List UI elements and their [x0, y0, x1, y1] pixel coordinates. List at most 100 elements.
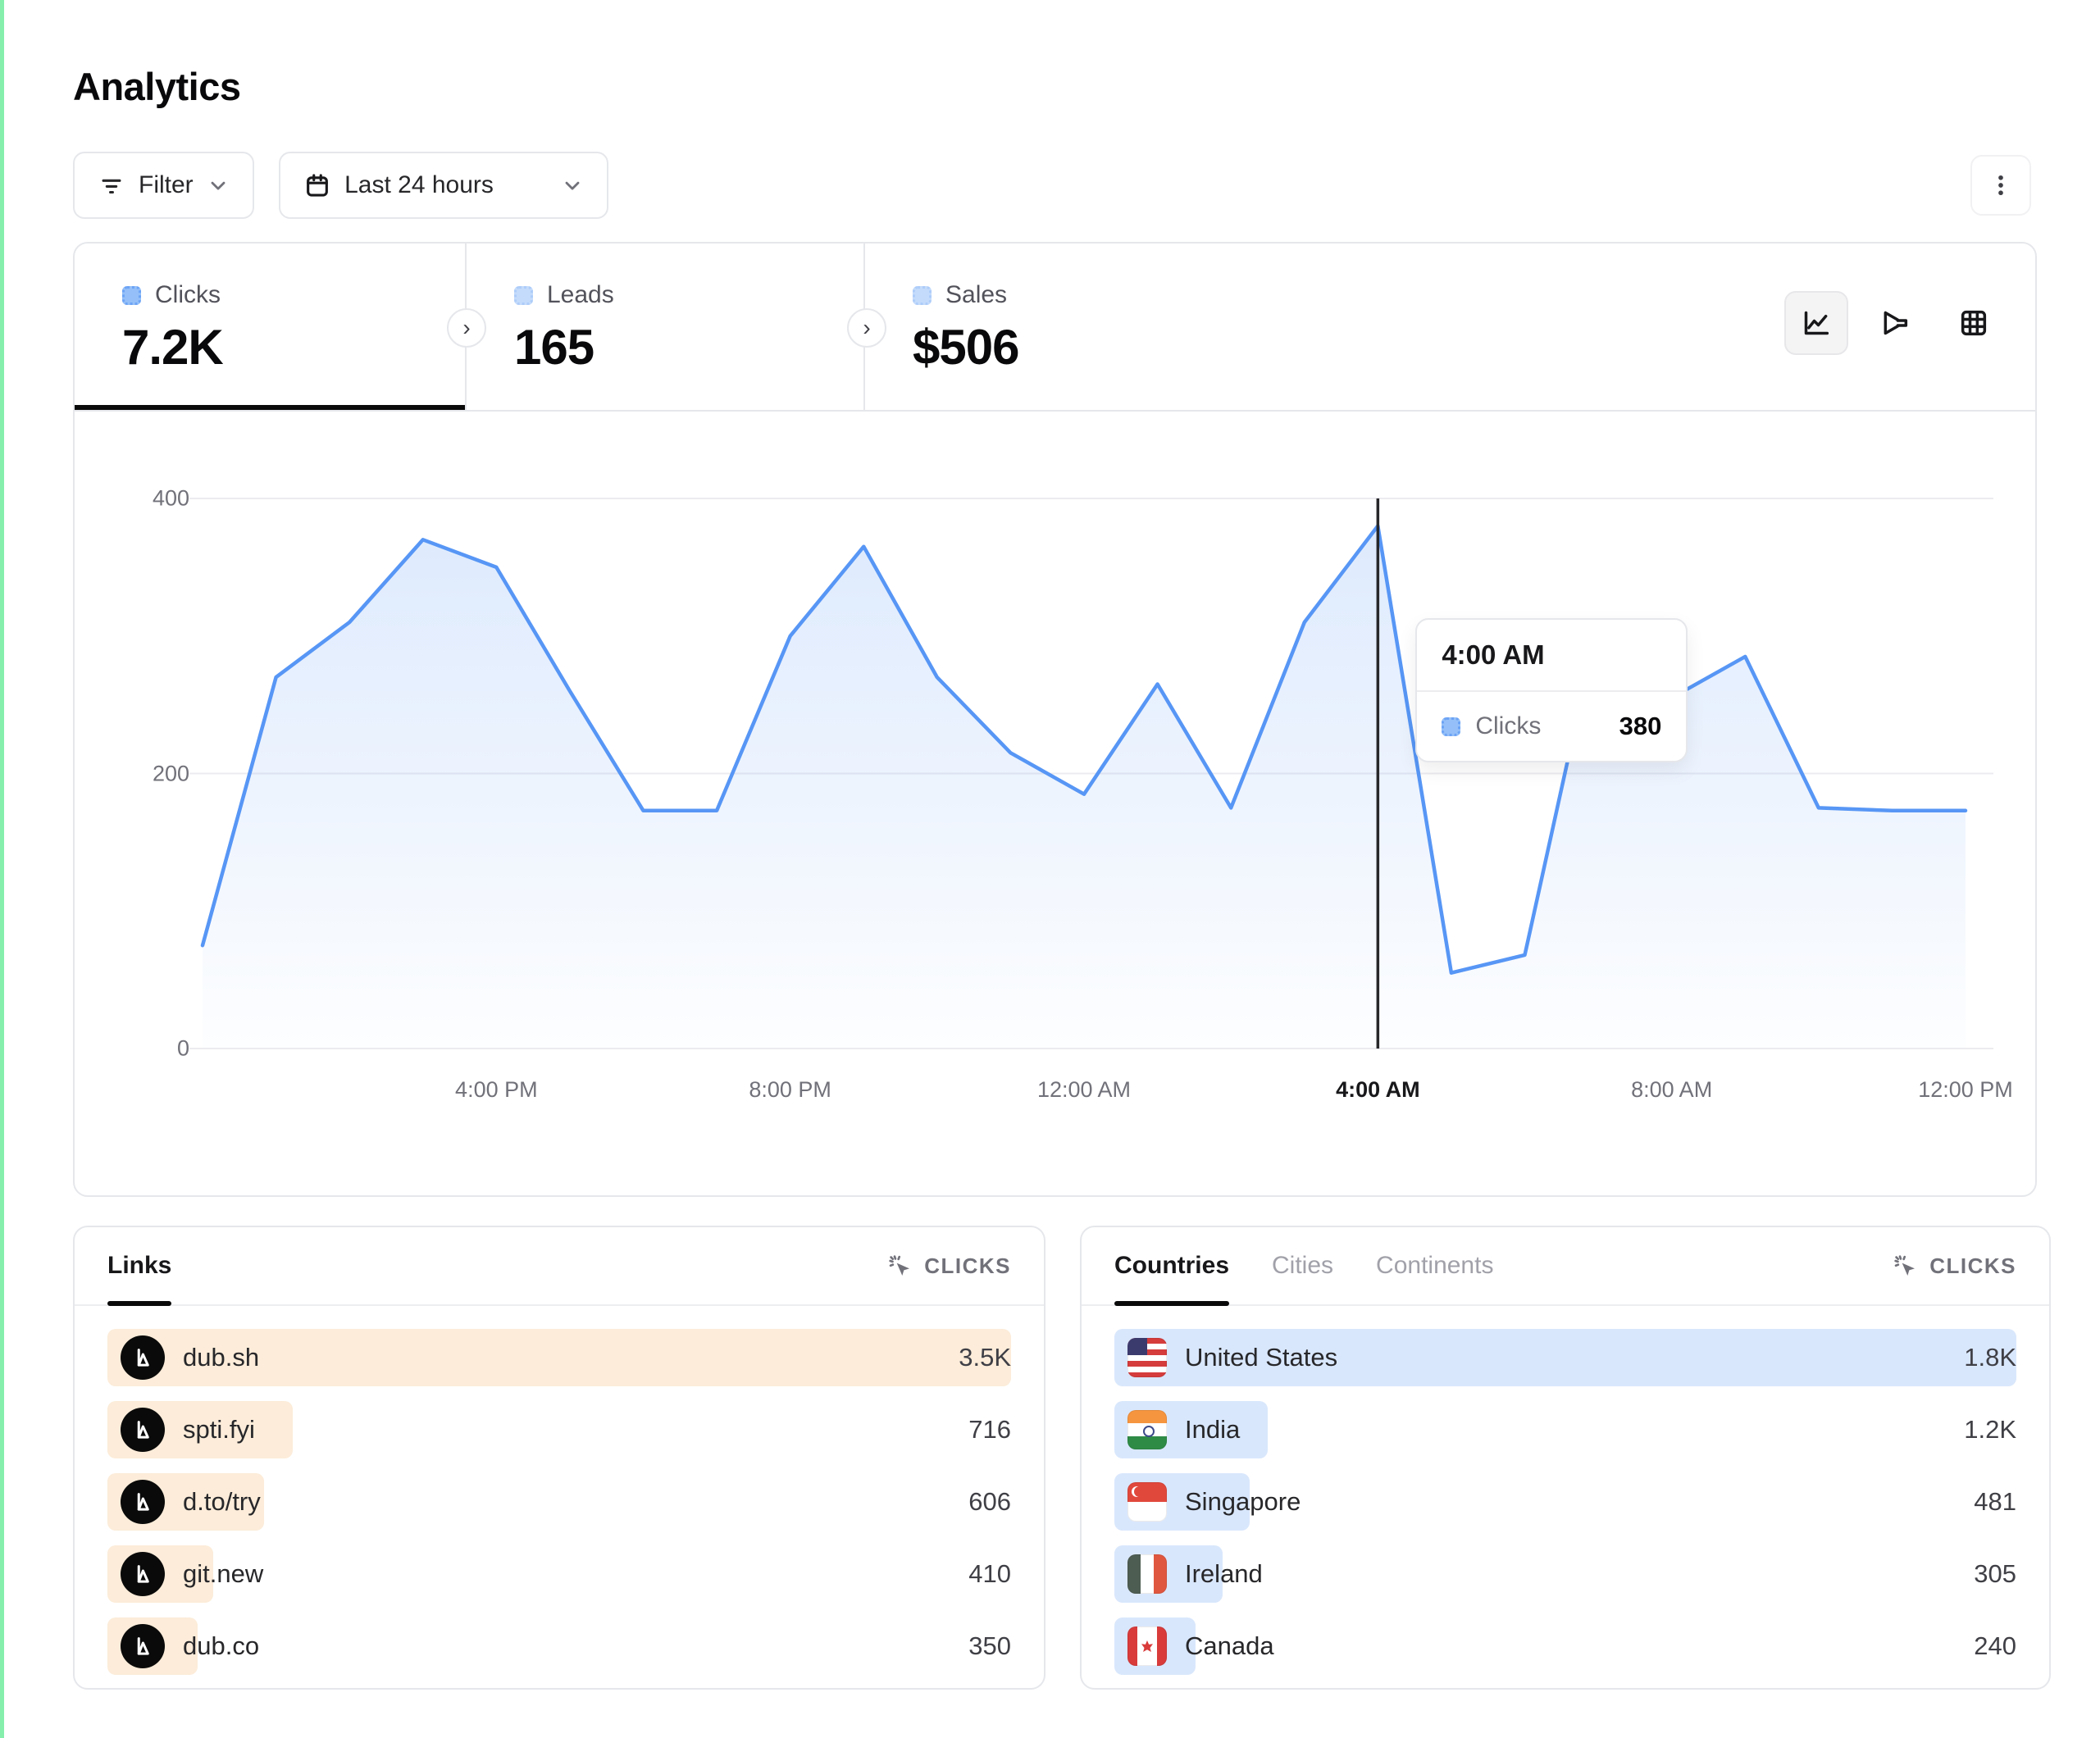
dub-logo-icon: [121, 1408, 165, 1452]
countries-metric-label: CLICKS: [1929, 1253, 2016, 1279]
tooltip-time: 4:00 AM: [1417, 620, 1686, 692]
countries-metric-selector[interactable]: CLICKS: [1892, 1253, 2016, 1279]
filter-button[interactable]: Filter: [73, 152, 254, 219]
more-options-button[interactable]: [1970, 155, 2031, 216]
leads-legend-chip: [514, 286, 533, 305]
leads-tab-label: Leads: [547, 281, 614, 309]
country-label: India: [1185, 1415, 1240, 1445]
x-axis-tick-label: 4:00 AM: [1336, 1077, 1420, 1103]
dub-logo-icon: [121, 1552, 165, 1596]
links-metric-label: CLICKS: [924, 1253, 1011, 1279]
sales-legend-chip: [913, 286, 932, 305]
link-clicks-value: 410: [968, 1559, 1011, 1589]
x-axis-tick-label: 8:00 AM: [1631, 1077, 1712, 1103]
x-axis-tick-label: 12:00 AM: [1037, 1077, 1131, 1103]
clicks-tab-label: Clicks: [155, 281, 221, 309]
grid-icon: [1957, 307, 1990, 339]
chevron-down-icon: [561, 174, 584, 197]
kebab-menu-icon: [1987, 171, 2015, 199]
india-flag-icon: [1127, 1410, 1167, 1449]
x-axis-tick-label: 8:00 PM: [749, 1077, 831, 1103]
link-label: spti.fyi: [183, 1415, 255, 1445]
tab-cities[interactable]: Cities: [1272, 1227, 1333, 1304]
link-row[interactable]: git.new 410: [107, 1545, 1011, 1603]
link-label: git.new: [183, 1559, 263, 1589]
country-label: Ireland: [1185, 1559, 1263, 1589]
country-label: United States: [1185, 1343, 1337, 1372]
page-title: Analytics: [73, 64, 240, 109]
us-flag-icon: [1127, 1338, 1167, 1377]
link-clicks-value: 606: [968, 1487, 1011, 1517]
country-clicks-value: 1.8K: [1964, 1343, 2016, 1372]
expand-leads-chevron-button[interactable]: ›: [847, 308, 886, 348]
tab-countries[interactable]: Countries: [1114, 1227, 1229, 1304]
links-metric-selector[interactable]: CLICKS: [886, 1253, 1011, 1279]
country-row[interactable]: Singapore 481: [1114, 1473, 2016, 1531]
country-clicks-value: 305: [1974, 1559, 2016, 1589]
link-clicks-value: 3.5K: [959, 1343, 1011, 1372]
y-axis-tick-label: 400: [99, 486, 189, 512]
clicks-area-chart[interactable]: 0 200 400 4:00 PM 8:00 PM 12:00 AM 4:00 AM 8:0…: [75, 412, 2035, 1195]
tooltip-series-chip: [1442, 717, 1460, 736]
funnel-icon: [1879, 307, 1911, 339]
analytics-page: Analytics Filter Last 24 hours: [0, 0, 2100, 1738]
line-chart-icon: [1800, 307, 1833, 339]
ireland-flag-icon: [1127, 1554, 1167, 1594]
expand-clicks-chevron-button[interactable]: ›: [447, 308, 486, 348]
date-range-button[interactable]: Last 24 hours: [279, 152, 608, 219]
x-axis-tick-label: 4:00 PM: [455, 1077, 538, 1103]
tab-links[interactable]: Links: [107, 1227, 171, 1304]
cursor-click-icon: [1892, 1253, 1918, 1279]
filter-button-label: Filter: [139, 171, 194, 199]
dub-logo-icon: [121, 1624, 165, 1668]
link-row[interactable]: dub.co 350: [107, 1617, 1011, 1675]
link-row[interactable]: dub.sh 3.5K: [107, 1329, 1011, 1386]
calendar-icon: [303, 171, 331, 199]
links-rows: dub.sh 3.5K spti.fyi 716 d.to/try 606: [75, 1306, 1044, 1675]
singapore-flag-icon: [1127, 1482, 1167, 1522]
clicks-legend-chip: [122, 286, 141, 305]
links-panel: Links CLICKS dub.sh 3.5K: [73, 1226, 1045, 1690]
link-clicks-value: 350: [968, 1631, 1011, 1661]
countries-rows: United States 1.8K India 1.2K Singapore …: [1082, 1306, 2049, 1675]
y-axis-tick-label: 200: [99, 761, 189, 786]
dub-logo-icon: [121, 1480, 165, 1524]
country-row[interactable]: Ireland 305: [1114, 1545, 2016, 1603]
stats-tabs: Clicks 7.2K Leads 165 Sales $506 › ›: [75, 243, 2035, 412]
link-clicks-value: 716: [968, 1415, 1011, 1445]
chart-series: [203, 526, 1966, 1049]
link-row[interactable]: d.to/try 606: [107, 1473, 1011, 1531]
country-row[interactable]: India 1.2K: [1114, 1401, 2016, 1458]
line-chart-mode-button[interactable]: [1784, 291, 1848, 355]
country-row[interactable]: United States 1.8K: [1114, 1329, 2016, 1386]
tab-continents[interactable]: Continents: [1376, 1227, 1493, 1304]
x-axis-tick-label: 12:00 PM: [1918, 1077, 2013, 1103]
country-label: Singapore: [1185, 1487, 1301, 1517]
y-axis-tick-label: 0: [99, 1036, 189, 1062]
tooltip-value: 380: [1619, 712, 1662, 741]
cursor-click-icon: [886, 1253, 913, 1279]
funnel-mode-button[interactable]: [1863, 291, 1927, 355]
tooltip-series-label: Clicks: [1475, 712, 1541, 740]
country-clicks-value: 481: [1974, 1487, 2016, 1517]
sales-tab-label: Sales: [945, 281, 1007, 309]
tab-clicks[interactable]: Clicks 7.2K: [75, 243, 467, 410]
country-clicks-value: 240: [1974, 1631, 2016, 1661]
chart-tooltip: 4:00 AM Clicks 380: [1415, 618, 1688, 762]
chart-mode-switcher: [1784, 291, 2006, 355]
canada-flag-icon: [1127, 1627, 1167, 1666]
dub-logo-icon: [121, 1335, 165, 1380]
chevron-down-icon: [207, 174, 230, 197]
link-row[interactable]: spti.fyi 716: [107, 1401, 1011, 1458]
country-label: Canada: [1185, 1631, 1274, 1661]
link-label: dub.co: [183, 1631, 259, 1661]
filter-lines-icon: [98, 171, 125, 199]
analytics-card: Clicks 7.2K Leads 165 Sales $506 › ›: [73, 242, 2037, 1197]
countries-panel: Countries Cities Continents CLICKS: [1080, 1226, 2051, 1690]
country-clicks-value: 1.2K: [1964, 1415, 2016, 1445]
date-range-label: Last 24 hours: [344, 171, 494, 199]
country-row[interactable]: Canada 240: [1114, 1617, 2016, 1675]
link-label: dub.sh: [183, 1343, 259, 1372]
table-mode-button[interactable]: [1942, 291, 2006, 355]
tab-leads[interactable]: Leads 165: [467, 243, 865, 410]
